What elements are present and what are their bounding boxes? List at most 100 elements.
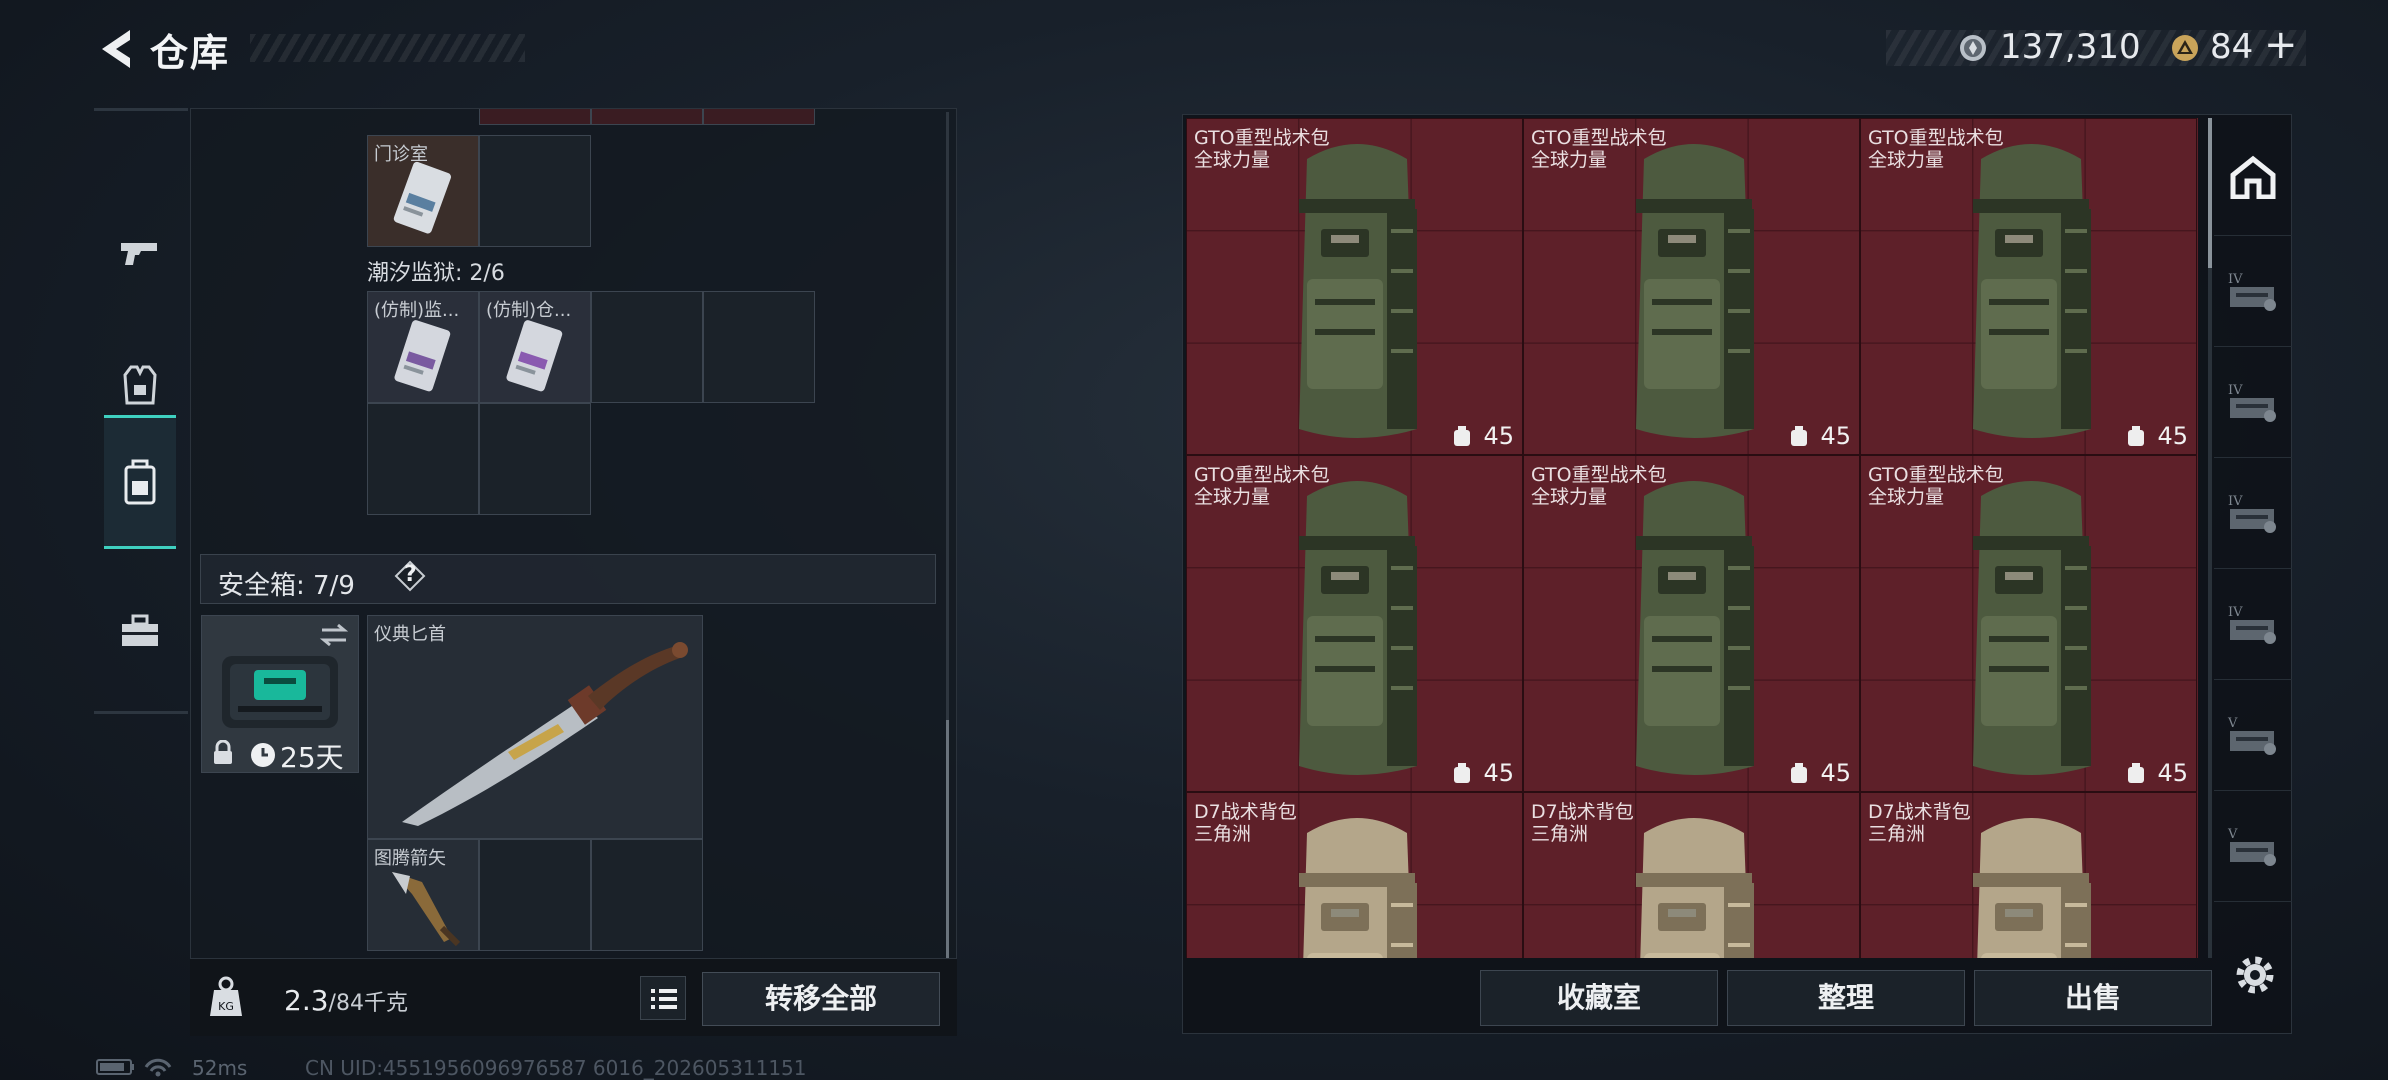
item-clinic-keycard[interactable]: 门诊室 <box>367 135 479 247</box>
storage-tab-2[interactable]: IV <box>2214 347 2292 458</box>
storage-slot[interactable]: GTO重型战术包 全球力量 45 <box>1523 118 1860 455</box>
safe-box-slot[interactable]: 25天 <box>201 615 359 774</box>
storage-tab-6[interactable]: V <box>2214 791 2292 902</box>
storage-box-icon: IV <box>2228 383 2276 422</box>
storage-tab-5[interactable]: V <box>2214 680 2292 791</box>
keycard-icon <box>394 320 451 392</box>
ticket-currency-icon <box>2172 35 2198 61</box>
slot-item-brand: 三角洲 <box>1531 823 1589 845</box>
grid-cell[interactable] <box>703 291 815 403</box>
storage-box-icon: IV <box>2228 272 2276 311</box>
weight-max: /84千克 <box>328 991 408 1016</box>
capacity-icon <box>1454 763 1470 783</box>
backpack-icon <box>1973 481 2091 775</box>
storage-slot[interactable]: D7战术背包 三角洲 <box>1186 792 1523 958</box>
grid-cell[interactable] <box>479 839 591 951</box>
ticket-balance: 84 <box>2210 27 2254 67</box>
lock-icon <box>214 740 232 764</box>
slot-capacity: 45 <box>1483 759 1514 787</box>
dagger-icon <box>402 642 688 826</box>
svg-text:IV: IV <box>2228 272 2243 287</box>
storage-slot[interactable]: GTO重型战术包 全球力量 45 <box>1523 455 1860 792</box>
storage-scroll-thumb[interactable] <box>2208 118 2212 268</box>
section-prison-keys: 潮汐监狱: 2/6 <box>367 261 505 286</box>
keycard-icon <box>506 320 563 392</box>
item-prison-keycard-2[interactable]: (仿制)仓... <box>479 291 591 403</box>
svg-text:IV: IV <box>2228 383 2243 398</box>
item-ceremonial-dagger[interactable]: 仪典匕首 <box>367 615 703 839</box>
vest-icon <box>123 365 157 405</box>
storage-tab-4[interactable]: IV <box>2214 569 2292 680</box>
transfer-all-button[interactable]: 转移全部 <box>702 972 940 1026</box>
capacity-icon <box>1791 763 1807 783</box>
settings-gear-icon[interactable] <box>2232 952 2278 998</box>
collection-room-button[interactable]: 收藏室 <box>1480 970 1718 1026</box>
svg-text:KG: KG <box>218 1000 234 1013</box>
slot-item-brand: 全球力量 <box>1194 486 1271 508</box>
storage-slot[interactable]: GTO重型战术包 全球力量 45 <box>1860 118 2197 455</box>
slot-item-brand: 三角洲 <box>1868 823 1926 845</box>
grid-cell[interactable] <box>591 291 703 403</box>
backpack-icon <box>1299 481 1417 775</box>
svg-text:V: V <box>2227 827 2238 842</box>
status-icons <box>96 1058 172 1077</box>
page-title: 仓库 <box>150 31 231 75</box>
tab-weapons[interactable] <box>104 205 176 301</box>
slot-item-brand: 全球力量 <box>1531 486 1608 508</box>
storage-tab-home[interactable] <box>2214 118 2292 236</box>
list-view-button[interactable] <box>640 976 686 1020</box>
slot-capacity: 45 <box>2157 759 2188 787</box>
slot-capacity: 45 <box>2157 422 2188 450</box>
slot-capacity: 45 <box>1820 759 1851 787</box>
slot-capacity: 45 <box>1820 422 1851 450</box>
home-storage-icon <box>2230 155 2276 199</box>
capacity-icon <box>2128 763 2144 783</box>
storage-box-icon: IV <box>2228 605 2276 644</box>
grid-cell[interactable] <box>703 109 815 125</box>
backpack-icon <box>124 459 156 505</box>
grid-cell[interactable] <box>479 109 591 125</box>
add-currency-button[interactable]: + <box>2264 22 2298 68</box>
storage-slot[interactable]: GTO重型战术包 全球力量 45 <box>1860 455 2197 792</box>
pistol-icon <box>121 243 157 265</box>
slot-capacity: 45 <box>1483 422 1514 450</box>
slot-item-brand: 全球力量 <box>1531 149 1608 171</box>
grid-cell[interactable] <box>367 403 479 515</box>
keycard-icon <box>393 161 452 234</box>
grid-cell[interactable] <box>479 135 591 247</box>
storage-slot[interactable]: GTO重型战术包 全球力量 45 <box>1186 455 1523 792</box>
storage-box-icon: V <box>2227 827 2276 866</box>
slot-item-brand: 三角洲 <box>1194 823 1252 845</box>
tab-backpacks[interactable] <box>104 415 176 549</box>
sell-button[interactable]: 出售 <box>1974 970 2212 1026</box>
sort-button[interactable]: 整理 <box>1727 970 1965 1026</box>
svg-text:V: V <box>2227 716 2238 731</box>
storage-slot[interactable]: GTO重型战术包 全球力量 45 <box>1186 118 1523 455</box>
arrowhead-icon <box>392 872 461 947</box>
left-sidebar <box>94 108 188 714</box>
slot-item-brand: 全球力量 <box>1868 149 1945 171</box>
item-prison-keycard-1[interactable]: (仿制)监... <box>367 291 479 403</box>
item-totem-arrow[interactable]: 图腾箭矢 <box>367 839 479 951</box>
ping-readout: 52ms <box>192 1056 248 1080</box>
list-icon <box>651 989 677 1009</box>
storage-box-icon: V <box>2227 716 2276 755</box>
backpack-icon <box>1636 481 1754 775</box>
storage-tab-1[interactable]: IV <box>2214 236 2292 347</box>
help-button[interactable]: ? <box>394 560 426 592</box>
storage-slot[interactable]: D7战术背包 三角洲 <box>1860 792 2197 958</box>
inventory-scroll-thumb[interactable] <box>946 720 949 960</box>
capacity-icon <box>1454 426 1470 446</box>
weight-readout: 2.3/84千克 <box>284 984 408 1017</box>
svg-text:IV: IV <box>2228 494 2243 509</box>
storage-tab-3[interactable]: IV <box>2214 458 2292 569</box>
storage-slot[interactable]: D7战术背包 三角洲 <box>1523 792 1860 958</box>
back-chevron-icon[interactable] <box>92 24 142 74</box>
backpack-icon <box>1973 818 2091 958</box>
tab-tools[interactable] <box>104 583 176 679</box>
weight-icon: KG <box>210 976 242 1016</box>
clock-icon <box>251 743 275 767</box>
grid-cell[interactable] <box>591 109 703 125</box>
grid-cell[interactable] <box>479 403 591 515</box>
grid-cell[interactable] <box>591 839 703 951</box>
